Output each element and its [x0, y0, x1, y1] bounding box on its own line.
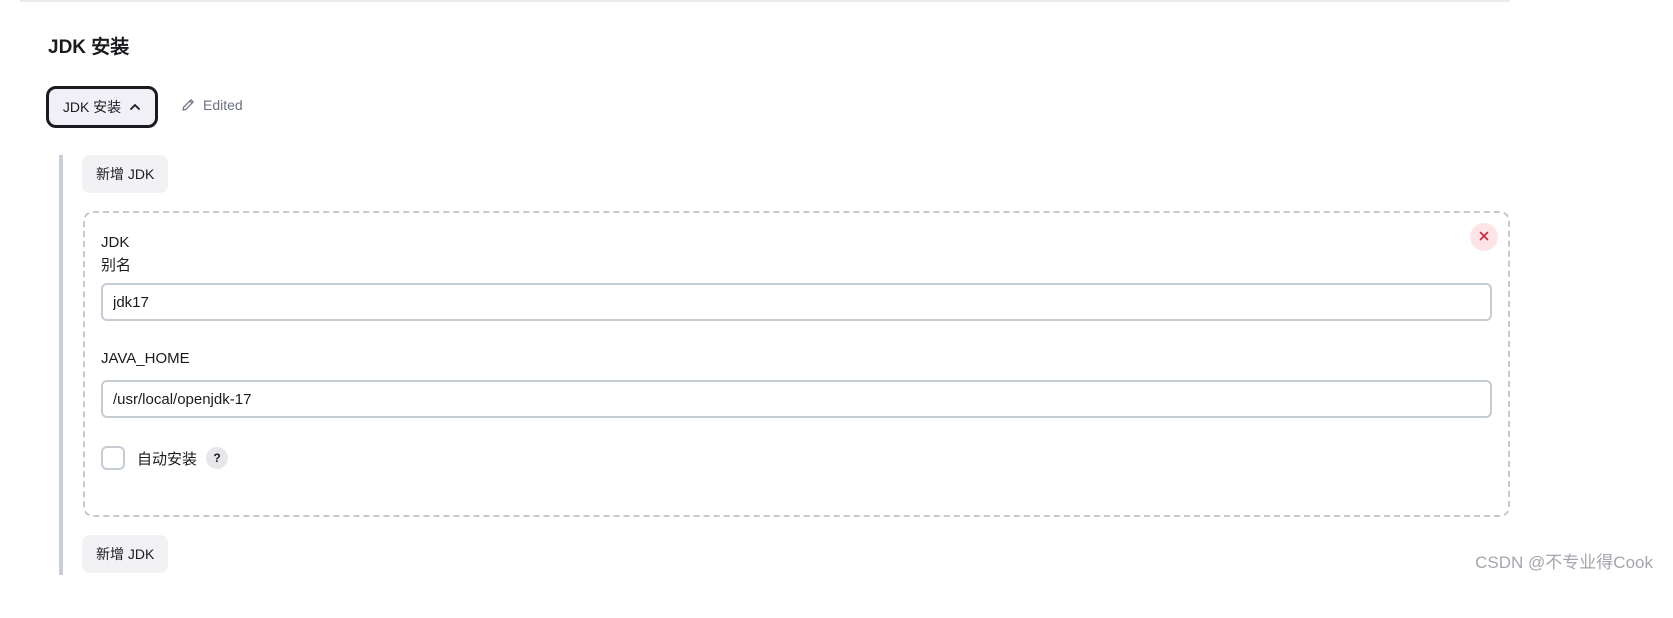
edited-label: Edited [203, 97, 243, 113]
alias-label: 别名 [101, 257, 132, 274]
pencil-icon [180, 97, 196, 113]
section-title: JDK 安装 [48, 37, 130, 58]
watermark: CSDN @不专业得Cook [1475, 553, 1653, 572]
add-jdk-button-bottom[interactable]: 新增 JDK [82, 535, 169, 573]
jdk-install-toggle-button[interactable]: JDK 安装 [46, 86, 158, 128]
edited-indicator: Edited [180, 97, 243, 113]
jdk-entry-type: JDK [101, 234, 130, 251]
close-icon [1479, 228, 1489, 246]
java-home-input[interactable] [101, 380, 1492, 418]
auto-install-label: 自动安装 [137, 450, 198, 468]
auto-install-row: 自动安装 ? [101, 446, 229, 470]
repeatable-rail [59, 155, 63, 575]
jdk-entry-header: JDK 别名 [101, 231, 131, 277]
toggle-label: JDK 安装 [62, 99, 122, 115]
top-divider [20, 0, 1510, 2]
auto-install-checkbox[interactable] [101, 446, 125, 470]
remove-jdk-button[interactable] [1470, 223, 1498, 251]
java-home-label: JAVA_HOME [101, 350, 190, 367]
help-icon[interactable]: ? [206, 447, 229, 469]
alias-input[interactable] [101, 283, 1492, 321]
jdk-entry-card: JDK 别名 JAVA_HOME 自动安装 ? [83, 211, 1510, 517]
chevron-up-icon [129, 101, 141, 113]
add-jdk-button-top[interactable]: 新增 JDK [82, 155, 169, 193]
